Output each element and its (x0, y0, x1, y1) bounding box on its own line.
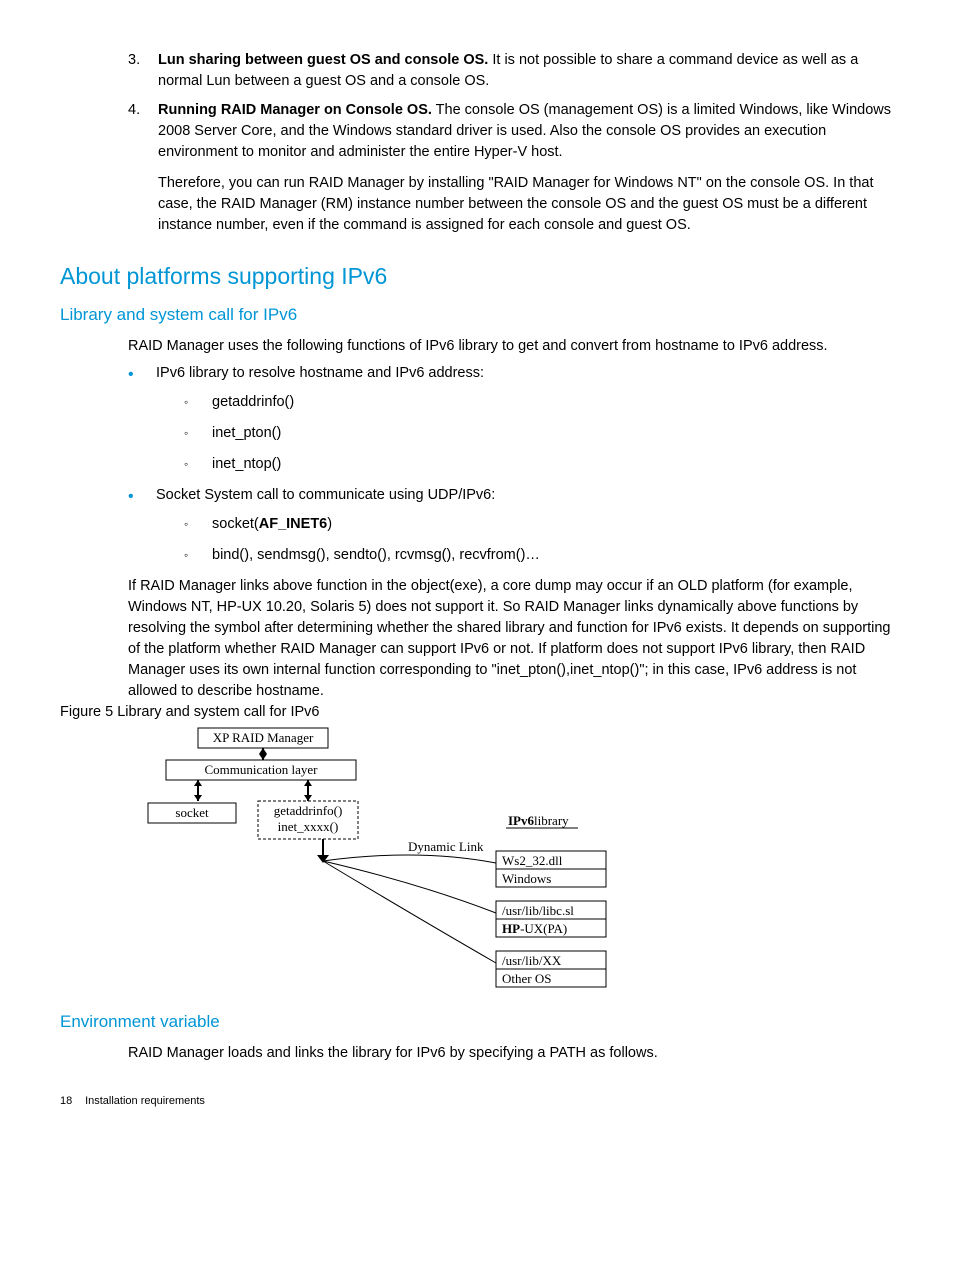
sub-item: inet_ntop() (184, 454, 894, 475)
diag-box-other: Other OS (502, 971, 551, 986)
diag-box-getaddr: getaddrinfo() (274, 803, 343, 818)
bullet-item: Socket System call to communicate using … (128, 485, 894, 566)
paragraph: RAID Manager uses the following function… (128, 336, 894, 357)
bullet-text: Socket System call to communicate using … (156, 487, 495, 503)
paragraph: If RAID Manager links above function in … (128, 576, 894, 702)
sub-item: getaddrinfo() (184, 392, 894, 413)
list4-continuation: Therefore, you can run RAID Manager by i… (158, 173, 894, 236)
diag-box-socket: socket (175, 805, 209, 820)
sub-item: bind(), sendmsg(), sendto(), rcvmsg(), r… (184, 545, 894, 566)
page-footer: 18 Installation requirements (60, 1094, 894, 1110)
sub-list: getaddrinfo() inet_pton() inet_ntop() (184, 392, 894, 475)
figure-diagram: XP RAID Manager Communication layer sock… (128, 723, 894, 1000)
diag-box-rm: XP RAID Manager (213, 730, 314, 745)
diag-label-ipv6: IPv6library (508, 813, 569, 828)
list-text: Lun sharing between guest OS and console… (158, 50, 894, 92)
diag-box-win: Windows (502, 871, 551, 886)
bullet-list: IPv6 library to resolve hostname and IPv… (128, 363, 894, 566)
footer-title: Installation requirements (85, 1095, 205, 1107)
sub-item: inet_pton() (184, 423, 894, 444)
sub-item: socket(AF_INET6) (184, 514, 894, 535)
list-lead-bold: Lun sharing between guest OS and console… (158, 52, 488, 68)
page-number: 18 (60, 1094, 82, 1110)
diag-box-comm: Communication layer (204, 762, 318, 777)
list-item-3: 3. Lun sharing between guest OS and cons… (128, 50, 894, 92)
diag-box-hpux: HP-UX(PA) (502, 921, 567, 936)
diag-box-inetx: inet_xxxx() (278, 819, 339, 834)
list-number: 3. (128, 50, 158, 92)
heading-about-platforms: About platforms supporting IPv6 (60, 260, 894, 293)
diag-box-xx: /usr/lib/XX (502, 953, 562, 968)
paragraph: RAID Manager loads and links the library… (128, 1043, 894, 1064)
heading-env-variable: Environment variable (60, 1010, 894, 1035)
bullet-text: IPv6 library to resolve hostname and IPv… (156, 365, 484, 381)
bullet-item: IPv6 library to resolve hostname and IPv… (128, 363, 894, 475)
sub-list: socket(AF_INET6) bind(), sendmsg(), send… (184, 514, 894, 566)
list-text: Running RAID Manager on Console OS. The … (158, 100, 894, 163)
list-item-4: 4. Running RAID Manager on Console OS. T… (128, 100, 894, 163)
diag-label-dynlink: Dynamic Link (408, 839, 484, 854)
list-number: 4. (128, 100, 158, 163)
figure-caption: Figure 5 Library and system call for IPv… (60, 702, 894, 723)
diag-box-ws2: Ws2_32.dll (502, 853, 563, 868)
heading-library-syscall: Library and system call for IPv6 (60, 303, 894, 328)
diag-box-libc: /usr/lib/libc.sl (502, 903, 574, 918)
list-lead-bold: Running RAID Manager on Console OS. (158, 102, 432, 118)
